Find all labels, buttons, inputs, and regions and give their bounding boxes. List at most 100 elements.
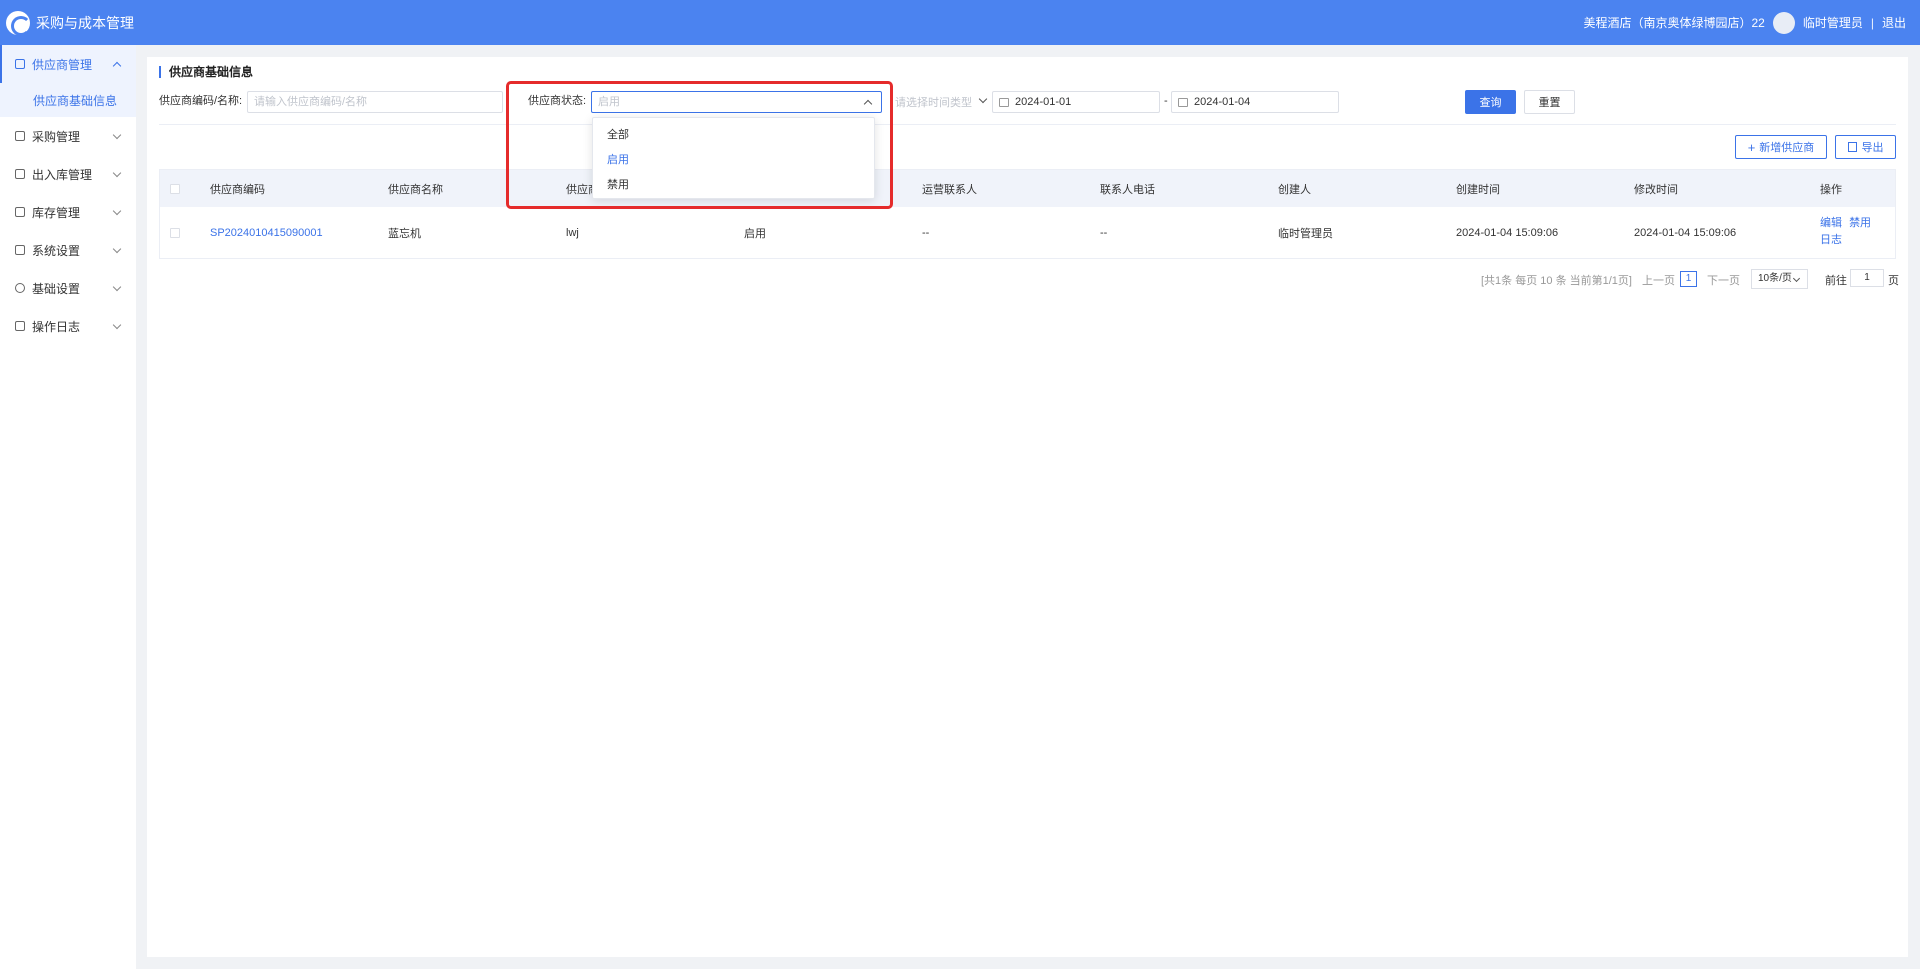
chevron-down-icon [112, 244, 122, 254]
date-to-value: 2024-01-04 [1194, 96, 1251, 108]
status-select[interactable]: 启用 [591, 91, 882, 113]
chevron-up-icon [863, 99, 873, 109]
chevron-down-icon [978, 94, 988, 104]
sidebar-item-label: 采购管理 [32, 129, 81, 144]
main-panel: 供应商基础信息 供应商编码/名称: 请输入供应商编码/名称 供应商状态: 启用 … [147, 57, 1908, 957]
add-supplier-button[interactable]: + 新增供应商 [1735, 135, 1827, 159]
supplier-contact: -- [922, 226, 930, 239]
export-label: 导出 [1861, 142, 1884, 154]
separator: | [1870, 15, 1874, 30]
app-title: 采购与成本管理 [36, 14, 134, 31]
prev-page[interactable]: 上一页 [1642, 272, 1675, 288]
dropdown-option-enabled[interactable]: 启用 [593, 148, 874, 173]
table-row: SP2024010415090001 蓝忘机 lwj 启用 -- -- 临时管理… [160, 207, 1895, 258]
export-icon [1847, 142, 1857, 152]
sidebar-item-label: 库存管理 [32, 205, 81, 220]
query-button[interactable]: 查询 [1465, 90, 1516, 114]
edit-link[interactable]: 编辑 [1820, 217, 1842, 229]
supplier-code-link[interactable]: SP2024010415090001 [210, 227, 323, 239]
dropdown-option-disabled[interactable]: 禁用 [593, 173, 874, 198]
date-from-input[interactable]: 2024-01-01 [992, 91, 1160, 113]
page-number[interactable]: 1 [1680, 271, 1697, 287]
date-to-input[interactable]: 2024-01-04 [1171, 91, 1339, 113]
sidebar-item-label: 系统设置 [32, 243, 81, 258]
sidebar-item-purchase[interactable]: 采购管理 [0, 117, 136, 155]
top-bar: 采购与成本管理 美程酒店（南京奥体绿博园店）22 临时管理员 | 退出 [0, 0, 1920, 45]
cart-icon [15, 131, 25, 141]
header-contact: 运营联系人 [922, 183, 977, 196]
add-supplier-label: 新增供应商 [1759, 142, 1815, 154]
sidebar-item-log[interactable]: 操作日志 [0, 307, 136, 345]
supplier-name: 蓝忘机 [388, 227, 421, 240]
gear-icon [15, 283, 25, 293]
log-link[interactable]: 日志 [1820, 234, 1842, 246]
reset-button[interactable]: 重置 [1524, 90, 1575, 114]
chevron-down-icon [112, 168, 122, 178]
log-icon [15, 321, 25, 331]
export-button[interactable]: 导出 [1835, 135, 1896, 159]
table-header: 供应商编码 供应商名称 供应商 运营联系人 联系人电话 创建人 创建时间 修改时… [160, 170, 1895, 207]
status-dropdown: 全部 启用 禁用 [592, 117, 875, 199]
chevron-down-icon [112, 130, 122, 140]
page-size-value: 10条/页 [1758, 273, 1792, 284]
sidebar-item-label: 基础设置 [32, 281, 81, 296]
goto-label: 前往 [1825, 275, 1847, 287]
time-type-placeholder: 请选择时间类型 [895, 97, 972, 109]
row-actions: 编辑 禁用 日志 [1820, 215, 1871, 249]
plus-icon: + [1747, 139, 1756, 155]
user-area: 美程酒店（南京奥体绿博园店）22 临时管理员 | 退出 [1583, 0, 1906, 45]
sidebar-item-label: 操作日志 [32, 319, 81, 334]
header-modified: 修改时间 [1634, 183, 1678, 196]
user-name[interactable]: 临时管理员 [1803, 14, 1863, 31]
header-phone: 联系人电话 [1100, 183, 1155, 196]
calendar-icon [999, 98, 1009, 107]
supplier-phone: -- [1100, 226, 1108, 239]
page-title: 供应商基础信息 [159, 66, 253, 78]
page-unit: 页 [1888, 275, 1899, 287]
sidebar-item-inout[interactable]: 出入库管理 [0, 155, 136, 193]
avatar[interactable] [1772, 11, 1795, 34]
chevron-down-icon [112, 206, 122, 216]
sidebar-item-basic[interactable]: 基础设置 [0, 269, 136, 307]
row-checkbox[interactable] [170, 227, 180, 238]
date-separator: - [1164, 95, 1168, 107]
sidebar-item-system[interactable]: 系统设置 [0, 231, 136, 269]
supplier-created: 2024-01-04 15:09:06 [1456, 226, 1559, 239]
inout-icon [15, 169, 25, 179]
select-all-checkbox[interactable] [170, 183, 180, 194]
date-from-value: 2024-01-01 [1015, 96, 1072, 108]
time-type-select[interactable]: 请选择时间类型 [895, 94, 988, 110]
divider [159, 124, 1896, 125]
goto-input[interactable]: 1 [1850, 269, 1884, 287]
sidebar-subitem-supplier-info[interactable]: 供应商基础信息 [0, 83, 136, 117]
logout-link[interactable]: 退出 [1882, 14, 1906, 31]
code-input[interactable]: 请输入供应商编码/名称 [247, 91, 503, 113]
calendar-icon [1178, 98, 1188, 107]
sidebar-item-inventory[interactable]: 库存管理 [0, 193, 136, 231]
brand: 采购与成本管理 [0, 10, 134, 36]
store-name[interactable]: 美程酒店（南京奥体绿博园店）22 [1583, 14, 1764, 31]
header-name: 供应商名称 [388, 183, 443, 196]
supplier-table: 供应商编码 供应商名称 供应商 运营联系人 联系人电话 创建人 创建时间 修改时… [159, 169, 1896, 259]
dropdown-option-all[interactable]: 全部 [593, 123, 874, 148]
code-label: 供应商编码/名称: [159, 95, 243, 107]
header-created: 创建时间 [1456, 183, 1500, 196]
chevron-down-icon [112, 320, 122, 330]
sidebar-item-supplier[interactable]: 供应商管理 [0, 45, 136, 83]
chevron-up-icon [112, 61, 122, 71]
disable-link[interactable]: 禁用 [1849, 217, 1871, 229]
next-page[interactable]: 下一页 [1707, 272, 1740, 288]
supplier-short: lwj [566, 226, 579, 239]
system-icon [15, 245, 25, 255]
header-ops: 操作 [1820, 183, 1842, 196]
header-creator: 创建人 [1278, 183, 1311, 196]
supplier-icon [15, 59, 25, 69]
chevron-down-icon [112, 282, 122, 292]
sidebar-item-label: 供应商管理 [32, 57, 93, 72]
supplier-creator: 临时管理员 [1278, 227, 1333, 240]
status-select-value: 启用 [598, 96, 620, 108]
status-label: 供应商状态: [528, 95, 587, 107]
pagination-summary: [共1条 每页 10 条 当前第1/1页] [1481, 275, 1632, 287]
page-size-select[interactable]: 10条/页 [1751, 269, 1808, 289]
app-logo-icon [6, 10, 31, 36]
